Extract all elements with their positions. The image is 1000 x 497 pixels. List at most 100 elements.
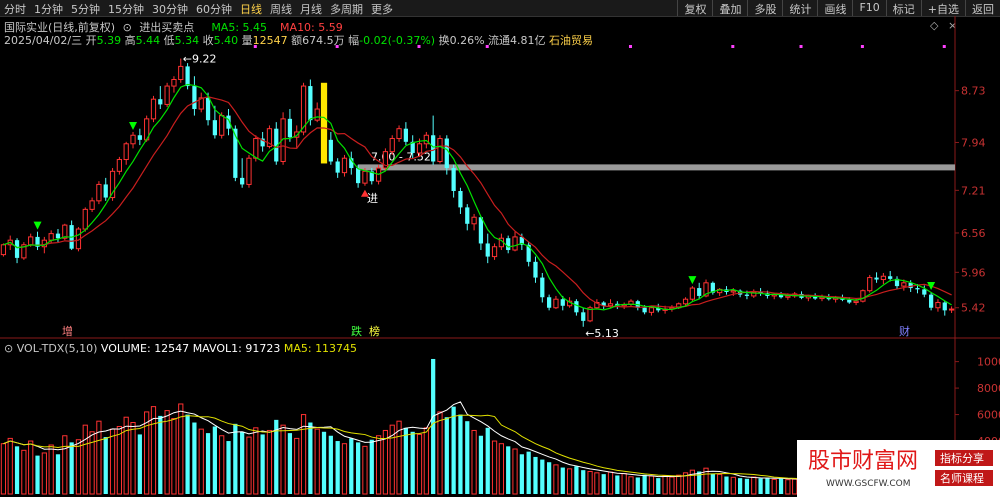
event-tag-tag_bang: 榜 — [369, 324, 380, 338]
event-tag-tag_zeng: 增 — [62, 324, 73, 338]
volume-bar-31 — [212, 426, 217, 494]
candle-body-7 — [48, 233, 54, 241]
volume-bar-110 — [751, 476, 757, 495]
candle-body-61 — [416, 143, 423, 154]
volume-tick-label-1: 8000 — [977, 382, 1000, 395]
volume-bar-48 — [328, 435, 333, 494]
candle-body-15 — [103, 184, 108, 198]
volume-bar-70 — [478, 435, 484, 494]
volume-tick-label-0: 10000 — [977, 356, 1000, 369]
volume-bar-19 — [130, 422, 136, 495]
green-arrow-0 — [33, 221, 42, 230]
volume-bar-88 — [601, 474, 606, 494]
candle-body-132 — [901, 282, 907, 287]
candle-body-19 — [130, 134, 136, 145]
candle-body-30 — [205, 97, 211, 121]
candle-body-49 — [335, 161, 340, 173]
volume-bar-3 — [21, 449, 27, 495]
candle-body-72 — [491, 246, 498, 258]
volume-bar-55 — [375, 435, 382, 495]
candle-body-79 — [540, 277, 545, 298]
candle-body-136 — [929, 294, 934, 308]
kline-chart[interactable]: 8.737.947.216.565.965.421000080006000400… — [0, 0, 1000, 497]
marker-dot-4 — [628, 45, 632, 48]
volume-bar-63 — [431, 358, 436, 494]
candle-body-128 — [874, 277, 879, 280]
volume-bar-18 — [123, 416, 129, 495]
candle-body-134 — [915, 288, 920, 290]
volume-bar-114 — [778, 478, 784, 494]
volume-bar-67 — [458, 414, 463, 494]
candle-body-70 — [478, 217, 484, 244]
candle-body-80 — [547, 297, 552, 308]
candle-body-14 — [96, 183, 102, 202]
volume-bar-51 — [349, 438, 354, 494]
volume-bar-82 — [560, 467, 565, 494]
event-tag-tag_cai: 财 — [899, 324, 910, 338]
marker-dot-8 — [942, 45, 946, 48]
volume-bar-106 — [724, 476, 729, 494]
volume-bar-52 — [356, 442, 361, 494]
candle-body-137 — [935, 301, 941, 309]
candle-body-95 — [648, 307, 655, 313]
volume-bar-10 — [69, 442, 74, 494]
candle-body-32 — [219, 115, 225, 136]
marker-dot-6 — [799, 45, 803, 48]
candle-body-124 — [847, 299, 852, 303]
volume-bar-13 — [89, 431, 95, 495]
candle-body-13 — [89, 200, 95, 210]
candle-body-109 — [744, 294, 750, 296]
candle-body-4 — [28, 236, 34, 246]
volume-bar-68 — [465, 421, 470, 494]
volume-bar-37 — [253, 427, 259, 495]
candle-body-65 — [444, 138, 449, 169]
candle-body-74 — [506, 238, 511, 251]
volume-bar-96 — [656, 478, 661, 494]
candle-body-129 — [880, 275, 886, 281]
candle-body-135 — [922, 289, 927, 295]
low-label: ←5.13 — [585, 327, 619, 340]
candle-body-89 — [607, 303, 614, 307]
candle-body-78 — [533, 261, 538, 278]
candle-body-100 — [682, 298, 689, 305]
volume-bar-23 — [158, 415, 163, 494]
volume-bar-7 — [48, 444, 54, 495]
volume-bar-107 — [730, 476, 736, 495]
volume-bar-62 — [423, 427, 429, 495]
candle-body-48 — [328, 139, 333, 162]
volume-bar-8 — [55, 454, 61, 494]
candle-body-20 — [137, 135, 142, 140]
volume-bar-94 — [642, 474, 647, 494]
volume-bar-87 — [594, 472, 600, 495]
candle-body-82 — [560, 299, 565, 306]
volume-bar-2 — [14, 446, 20, 494]
volume-bar-85 — [581, 470, 586, 494]
marker-dot-1 — [335, 45, 339, 48]
volume-bar-49 — [335, 441, 340, 494]
volume-bar-90 — [615, 475, 620, 494]
volume-bar-53 — [362, 445, 368, 495]
candle-body-37 — [253, 138, 259, 159]
volume-bar-15 — [103, 437, 108, 494]
volume-bar-99 — [676, 474, 682, 495]
volume-bar-56 — [382, 429, 389, 495]
candle-body-102 — [697, 288, 702, 296]
volume-bar-81 — [553, 464, 559, 495]
price-tick-label-5: 5.42 — [961, 302, 986, 315]
volume-bar-45 — [308, 422, 313, 494]
candle-body-17 — [116, 159, 122, 172]
volume-bar-97 — [662, 475, 668, 495]
volume-bar-64 — [437, 411, 443, 495]
volume-bar-11 — [75, 439, 82, 495]
volume-bar-46 — [314, 428, 320, 495]
volume-bar-108 — [738, 478, 743, 494]
candle-body-126 — [860, 290, 866, 302]
volume-bar-76 — [519, 454, 524, 494]
highlight-bar — [320, 82, 328, 164]
volume-bar-113 — [771, 478, 777, 495]
high-label: ←9.22 — [183, 53, 217, 66]
volume-bar-17 — [116, 425, 122, 495]
volume-bar-84 — [574, 466, 579, 494]
candle-body-63 — [431, 135, 436, 162]
volume-bar-86 — [587, 470, 593, 495]
